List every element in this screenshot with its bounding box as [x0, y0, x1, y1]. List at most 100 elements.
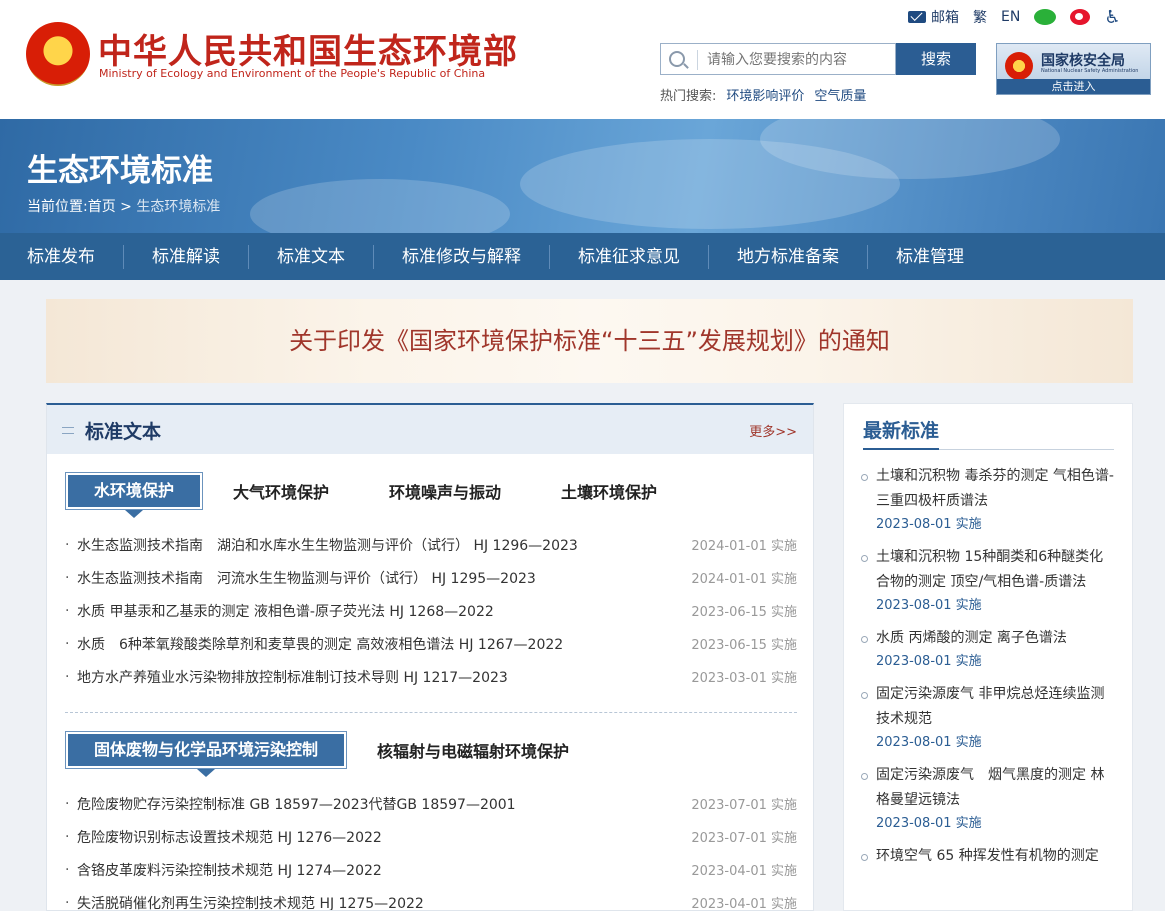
notice-banner-link[interactable]: 关于印发《国家环境保护标准“十三五”发展规划》的通知 — [46, 299, 1133, 383]
list-item[interactable]: · 失活脱硝催化剂再生污染控制技术规范 HJ 1275—2022 2023-04-0… — [65, 886, 797, 911]
breadcrumb: 当前位置:首页 > 生态环境标准 — [27, 196, 220, 216]
list-item[interactable]: · 水质 甲基汞和乙基汞的测定 液相色谱-原子荧光法 HJ 1268—2022 20… — [65, 594, 797, 627]
site-logo-cn[interactable]: 中华人民共和国生态环境部 — [98, 24, 518, 73]
section-divider — [65, 712, 797, 713]
list-item-date: 2023-07-01 实施 — [691, 798, 797, 813]
nav-item-standard-management[interactable]: 标准管理 — [868, 245, 992, 269]
side-title-underline — [863, 448, 1114, 450]
english-link[interactable]: EN — [1001, 9, 1020, 25]
mail-link[interactable]: 邮箱 — [908, 7, 959, 27]
site-header: ★ 中华人民共和国生态环境部 Ministry of Ecology and E… — [0, 0, 1165, 119]
list-item[interactable]: 水质 丙烯酸的测定 离子色谱法 2023-08-01 实施 — [861, 626, 1115, 673]
list-item[interactable]: 土壤和沉积物 毒杀芬的测定 气相色谱-三重四极杆质谱法 2023-08-01 实施 — [861, 464, 1115, 536]
tab-air-protection[interactable]: 大气环境保护 — [233, 479, 329, 503]
list-item-title[interactable]: 水质 甲基汞和乙基汞的测定 液相色谱-原子荧光法 HJ 1268—2022 — [77, 601, 691, 621]
tab-soil-protection[interactable]: 土壤环境保护 — [561, 479, 657, 503]
list-item[interactable]: 固定污染源废气 烟气黑度的测定 林格曼望远镜法 2023-08-01 实施 — [861, 763, 1115, 835]
search-icon — [669, 51, 685, 67]
hot-search-link-eia[interactable]: 环境影响评价 — [726, 89, 804, 104]
list-item[interactable]: · 水质 6种苯氧羧酸类除草剂和麦草畏的测定 高效液相色谱法 HJ 1267—20… — [65, 627, 797, 660]
list-item[interactable]: · 水生态监测技术指南 湖泊和水库水生生物监测与评价（试行） HJ 1296—20… — [65, 528, 797, 561]
tab-water-protection[interactable]: 水环境保护 — [65, 472, 204, 518]
title-lines-icon — [62, 427, 74, 434]
breadcrumb-home-link[interactable]: 首页 — [88, 199, 116, 215]
bullet: · — [65, 668, 70, 685]
tab-noise-vibration[interactable]: 环境噪声与振动 — [389, 479, 501, 503]
active-tab-caret — [197, 769, 215, 777]
side-panel-title: 最新标准 — [863, 420, 940, 442]
list-item-title[interactable]: 含铬皮革废料污染控制技术规范 HJ 1274—2022 — [77, 860, 691, 880]
category-tabs-1: 水环境保护 大气环境保护 环境噪声与振动 土壤环境保护 — [65, 472, 717, 518]
list-item-date: 2023-08-01 实施 — [876, 816, 982, 831]
breadcrumb-separator: > — [120, 199, 132, 215]
list-item-title[interactable]: 水质 丙烯酸的测定 离子色谱法 — [876, 626, 1115, 651]
wechat-link[interactable] — [1034, 9, 1057, 25]
list-item[interactable]: · 地方水产养殖业水污染物排放控制标准制订技术导则 HJ 1217—2023 202… — [65, 660, 797, 693]
list-item[interactable]: 固定污染源废气 非甲烷总烃连续监测技术规范 2023-08-01 实施 — [861, 682, 1115, 754]
tab-nuclear-radiation[interactable]: 核辐射与电磁辐射环境保护 — [377, 738, 569, 762]
tab-label: 水环境保护 — [94, 481, 175, 500]
latest-standards-panel: 最新标准 土壤和沉积物 毒杀芬的测定 气相色谱-三重四极杆质谱法 2023-08-… — [843, 403, 1133, 911]
list-item[interactable]: · 危险废物识别标志设置技术规范 HJ 1276—2022 2023-07-01 实… — [65, 820, 797, 853]
nav-item-standard-text[interactable]: 标准文本 — [249, 244, 374, 269]
nav-item-local-standard-filing[interactable]: 地方标准备案 — [709, 244, 868, 269]
hot-searches-label: 热门搜索: — [660, 89, 717, 104]
tab-solid-waste-chemicals[interactable]: 固体废物与化学品环境污染控制 — [65, 731, 348, 777]
list-item-title[interactable]: 水生态监测技术指南 河流水生生物监测与评价（试行） HJ 1295—2023 — [77, 568, 691, 588]
accessibility-link[interactable]: ♿ — [1104, 7, 1120, 28]
list-item[interactable]: · 水生态监测技术指南 河流水生生物监测与评价（试行） HJ 1295—2023 2… — [65, 561, 797, 594]
hot-searches: 热门搜索: 环境影响评价 空气质量 — [660, 85, 866, 104]
list-item-title[interactable]: 水质 6种苯氧羧酸类除草剂和麦草畏的测定 高效液相色谱法 HJ 1267—202… — [77, 634, 691, 654]
breadcrumb-current: 生态环境标准 — [136, 199, 221, 215]
list-item-date: 2023-06-15 实施 — [691, 638, 797, 653]
list-item-title[interactable]: 地方水产养殖业水污染物排放控制标准制订技术导则 HJ 1217—2023 — [77, 667, 691, 687]
list-item-date: 2023-07-01 实施 — [691, 831, 797, 846]
list-item-title[interactable]: 固定污染源废气 烟气黑度的测定 林格曼望远镜法 — [876, 763, 1115, 813]
list-item[interactable]: · 含铬皮革废料污染控制技术规范 HJ 1274—2022 2023-04-01 实… — [65, 853, 797, 886]
list-item-title[interactable]: 危险废物识别标志设置技术规范 HJ 1276—2022 — [77, 827, 691, 847]
list-item-title[interactable]: 水生态监测技术指南 湖泊和水库水生生物监测与评价（试行） HJ 1296—202… — [77, 535, 691, 555]
bullet: · — [65, 536, 70, 553]
weibo-link[interactable] — [1070, 9, 1091, 25]
mail-icon — [908, 11, 926, 23]
list-item[interactable]: 土壤和沉积物 15种酮类和6种醚类化合物的测定 顶空/气相色谱-质谱法 2023-… — [861, 545, 1115, 617]
list-item[interactable]: · 危险废物贮存污染控制标准 GB 18597—2023代替GB 18597—20… — [65, 787, 797, 820]
list-item-date: 2023-04-01 实施 — [691, 864, 797, 879]
site-logo-en[interactable]: Ministry of Ecology and Environment of t… — [99, 67, 485, 80]
bullet: · — [65, 602, 70, 619]
list-item-title[interactable]: 固定污染源废气 非甲烷总烃连续监测技术规范 — [876, 682, 1115, 732]
search-box — [660, 43, 896, 75]
bullet: · — [65, 795, 70, 812]
list-item-title[interactable]: 危险废物贮存污染控制标准 GB 18597—2023代替GB 18597—200… — [77, 794, 691, 814]
main-nav: 标准发布 标准解读 标准文本 标准修改与解释 标准征求意见 地方标准备案 标准管… — [0, 233, 1165, 280]
list-item[interactable]: 环境空气 65 种挥发性有机物的测定 — [861, 844, 1115, 869]
hot-search-link-air-quality[interactable]: 空气质量 — [814, 89, 866, 104]
list-item-title[interactable]: 环境空气 65 种挥发性有机物的测定 — [876, 844, 1115, 869]
list-item-title[interactable]: 失活脱硝催化剂再生污染控制技术规范 HJ 1275—2022 — [77, 893, 691, 911]
bullet: · — [65, 635, 70, 652]
traditional-chinese-link[interactable]: 繁 — [973, 7, 987, 27]
nav-item-standard-consultation[interactable]: 标准征求意见 — [550, 244, 709, 269]
wechat-icon — [1034, 9, 1057, 25]
standard-list-2: · 危险废物贮存污染控制标准 GB 18597—2023代替GB 18597—20… — [65, 787, 797, 911]
list-item-title[interactable]: 土壤和沉积物 15种酮类和6种醚类化合物的测定 顶空/气相色谱-质谱法 — [876, 545, 1115, 595]
nav-item-standard-release[interactable]: 标准发布 — [0, 244, 124, 269]
search-separator — [697, 50, 698, 70]
list-item-title[interactable]: 土壤和沉积物 毒杀芬的测定 气相色谱-三重四极杆质谱法 — [876, 464, 1115, 514]
search-input[interactable] — [705, 48, 889, 72]
list-item-date: 2023-08-01 实施 — [876, 735, 982, 750]
more-link[interactable]: 更多>> — [749, 421, 797, 440]
nav-item-standard-revision[interactable]: 标准修改与解释 — [374, 244, 550, 269]
search-button[interactable]: 搜索 — [896, 43, 976, 75]
page-title: 生态环境标准 — [27, 153, 213, 189]
nav-item-standard-interpretation[interactable]: 标准解读 — [124, 244, 249, 269]
panel-title: 标准文本 — [85, 421, 162, 443]
nnsa-subtitle: National Nuclear Safety Administration — [1041, 68, 1139, 74]
nnsa-enter-label: 点击进入 — [997, 79, 1150, 94]
national-emblem-icon[interactable]: ★ — [26, 22, 90, 86]
nnsa-banner-link[interactable]: 国家核安全局 National Nuclear Safety Administr… — [996, 43, 1151, 95]
list-item-date: 2023-04-01 实施 — [691, 897, 797, 911]
category-tabs-2: 固体废物与化学品环境污染控制 核辐射与电磁辐射环境保护 — [65, 731, 629, 777]
topbar: 邮箱 繁 EN ♿ — [908, 6, 1134, 28]
mail-label: 邮箱 — [931, 10, 959, 26]
